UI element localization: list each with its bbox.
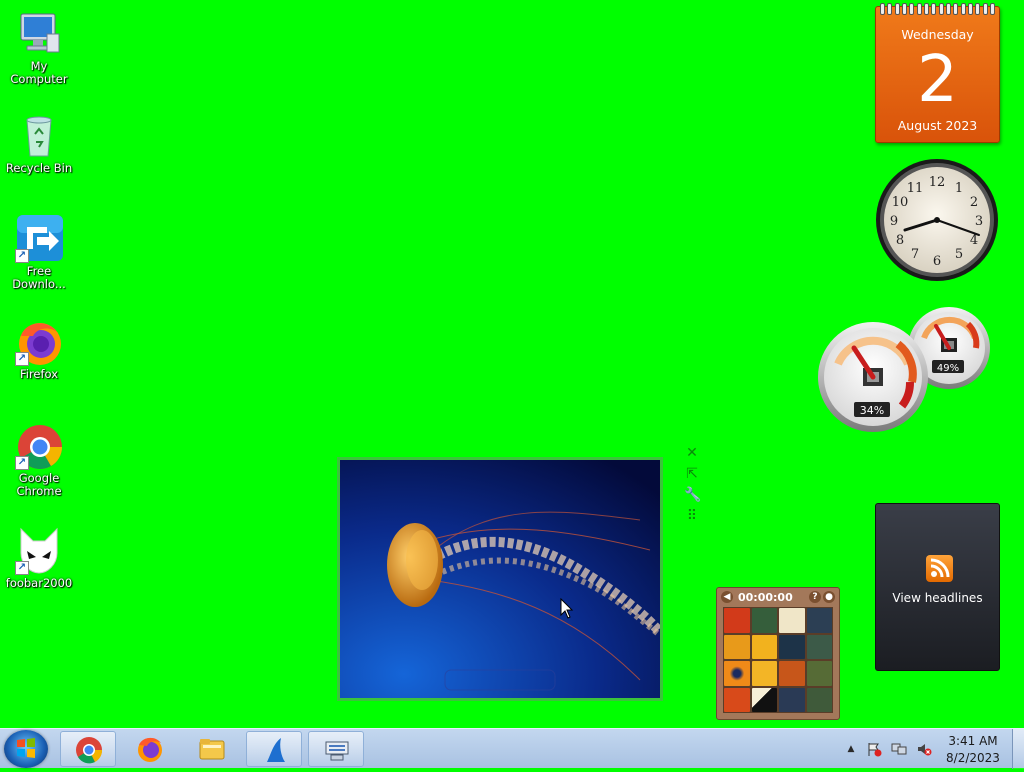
svg-text:6: 6 [933,254,941,269]
picture-puzzle-gadget[interactable]: ◀ 00:00:00 ? ● [716,587,840,720]
computer-icon [15,10,63,58]
taskbar: ▲ 3:41 AM 8/2/2023 [0,728,1024,769]
svg-text:9: 9 [890,214,898,229]
blue-sail-app-icon [267,738,285,762]
svg-text:7: 7 [911,247,919,262]
taskbar-app-button[interactable] [246,731,302,767]
windows-logo-icon [17,738,35,758]
desktop-icon-my-computer[interactable]: My Computer [1,10,77,86]
desktop-icon-google-chrome[interactable]: ↗ Google Chrome [1,422,77,498]
show-desktop-button[interactable] [1012,729,1024,769]
desktop-icon-recycle-bin[interactable]: Recycle Bin [1,112,77,175]
mouse-pointer-icon [560,597,574,620]
svg-text:5: 5 [955,247,963,262]
slideshow-gadget[interactable] [337,457,663,701]
view-headlines-link[interactable]: View headlines [876,591,999,605]
desktop-icon-label: Free Downlo... [12,264,66,291]
svg-text:1: 1 [955,181,963,196]
drag-gadget-icon[interactable]: ⠿ [684,508,700,524]
calendar-day: 2 [917,43,958,117]
feed-headlines-gadget[interactable]: View headlines [875,503,1000,671]
close-icon[interactable]: ✕ [684,445,700,461]
firefox-icon: ↗ [15,318,63,366]
taskbar-firefox-button[interactable] [122,731,178,767]
shortcut-arrow-icon: ↗ [15,456,29,470]
chrome-icon [76,737,103,764]
foobar2000-icon: ↗ [15,527,63,575]
calendar-weekday: Wednesday [901,27,974,42]
calendar-month-year: August 2023 [897,118,978,133]
taskbar-time[interactable]: 3:41 AM [937,734,1009,748]
svg-text:3: 3 [975,214,983,229]
taskbar-date[interactable]: 8/2/2023 [937,751,1009,765]
shortcut-arrow-icon: ↗ [15,561,29,575]
volume-muted-icon[interactable] [916,741,932,757]
help-icon[interactable]: ? [809,591,821,603]
svg-text:8: 8 [896,233,904,248]
desktop-icon-free-download-manager[interactable]: ↗ Free Downlo... [1,215,77,291]
show-hidden-icons-button[interactable]: ▲ [843,741,859,757]
rss-icon [926,555,953,582]
clock-gadget[interactable]: 12 1 2 3 4 5 6 7 8 9 10 11 [875,158,999,282]
network-icon[interactable] [891,741,907,757]
analog-clock-face: 12 1 2 3 4 5 6 7 8 9 10 11 [876,159,998,281]
keyboard-icon [325,741,349,761]
jellyfish-photo [340,460,660,698]
taskbar-explorer-button[interactable] [184,731,240,767]
start-button[interactable] [4,730,48,768]
svg-text:10: 10 [892,195,909,210]
desktop-icon-firefox[interactable]: ↗ Firefox [1,318,77,381]
folder-icon [199,739,225,760]
svg-text:2: 2 [970,195,978,210]
taskbar-chrome-button[interactable] [60,731,116,767]
chrome-icon: ↗ [15,422,63,470]
taskbar-keyboard-app-button[interactable] [308,731,364,767]
desktop-icon-label: Firefox [19,367,59,381]
puzzle-tiles[interactable] [723,607,833,713]
shortcut-arrow-icon: ↗ [15,352,29,366]
desktop-icon-label: My Computer [10,59,68,86]
gadget-controls: ✕ ⇱ 🔧 ⠿ [684,445,704,529]
memory-percent-label: 49% [937,363,959,374]
action-center-flag-icon[interactable] [866,741,882,757]
show-picture-icon[interactable]: ● [823,591,835,603]
desktop-icon-label: foobar2000 [5,576,73,590]
cpu-meter-gadget[interactable]: 34% 49% [816,302,992,434]
shortcut-arrow-icon: ↗ [15,249,29,263]
firefox-icon [138,737,162,762]
desktop-icon-label: Google Chrome [16,471,62,498]
larger-size-icon[interactable]: ⇱ [684,466,700,482]
svg-text:11: 11 [907,181,924,196]
cpu-percent-label: 34% [860,404,884,417]
options-wrench-icon[interactable]: 🔧 [684,487,701,503]
desktop-icon-label: Recycle Bin [5,161,73,175]
calendar-gadget[interactable]: Wednesday 2 August 2023 [875,3,1000,143]
cpu-meter-dials: 34% 49% [818,307,990,432]
svg-text:12: 12 [929,175,946,190]
puzzle-back-icon[interactable]: ◀ [721,591,733,603]
calendar-binding-rings [880,3,995,15]
recycle-bin-icon [15,112,63,160]
puzzle-timer: 00:00:00 [738,591,793,604]
desktop-icon-foobar2000[interactable]: ↗ foobar2000 [1,527,77,590]
free-download-manager-icon: ↗ [15,215,63,263]
